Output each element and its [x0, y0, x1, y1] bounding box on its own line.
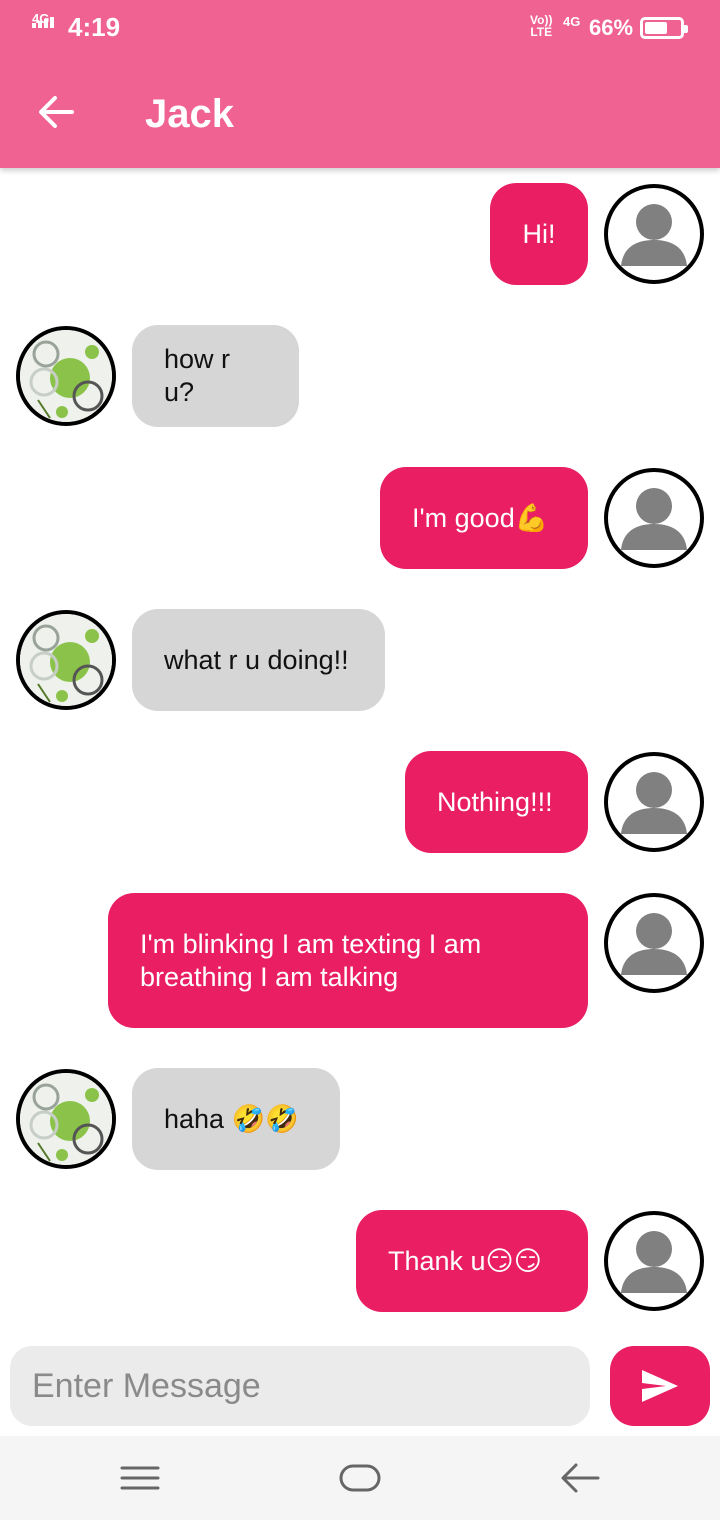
message-row: Hi!	[0, 183, 720, 285]
home-icon	[339, 1464, 381, 1492]
message-text: what r u doing!!	[164, 644, 349, 675]
message-text: Thank u😏😏	[388, 1245, 542, 1276]
nav-back-button[interactable]	[556, 1458, 604, 1498]
received-message-bubble[interactable]: what r u doing!!	[132, 609, 385, 711]
message-input[interactable]	[10, 1346, 590, 1426]
nav-menu-button[interactable]	[116, 1458, 164, 1498]
message-text: Hi!	[522, 218, 556, 249]
message-text: how r u?	[164, 344, 238, 407]
message-text: Nothing!!!	[437, 786, 553, 817]
app-header: 4G 4:19 Vo)) LTE 4G 66% Jack	[0, 0, 720, 168]
message-row: Nothing!!!	[0, 751, 720, 853]
message-text: I'm good💪	[412, 502, 549, 533]
contact-avatar[interactable]	[16, 326, 116, 426]
send-icon	[642, 1370, 678, 1402]
clock: 4:19	[68, 12, 121, 42]
network-type-right: 4G	[563, 14, 581, 29]
contact-avatar[interactable]	[16, 610, 116, 710]
battery-icon	[640, 17, 688, 39]
user-avatar[interactable]	[604, 893, 704, 993]
sent-message-bubble[interactable]: Thank u😏😏	[356, 1210, 588, 1312]
back-button[interactable]	[36, 92, 76, 132]
message-row: what r u doing!!	[0, 609, 720, 711]
message-text: I'm blinking I am texting I am breathing…	[140, 928, 489, 992]
sent-message-bubble[interactable]: I'm good💪	[380, 467, 588, 569]
person-icon	[621, 204, 687, 266]
message-row: how r u?	[0, 325, 720, 427]
menu-icon	[120, 1466, 160, 1490]
user-avatar[interactable]	[604, 468, 704, 568]
nav-home-button[interactable]	[336, 1458, 384, 1498]
status-bar: 4G 4:19 Vo)) LTE 4G 66%	[0, 0, 720, 58]
contact-photo-icon	[20, 330, 112, 422]
send-button[interactable]	[610, 1346, 710, 1426]
user-avatar[interactable]	[604, 752, 704, 852]
sent-message-bubble[interactable]: Nothing!!!	[405, 751, 588, 853]
person-icon	[621, 772, 687, 834]
person-icon	[621, 488, 687, 550]
message-row: I'm good💪	[0, 467, 720, 569]
message-row: I'm blinking I am texting I am breathing…	[0, 893, 720, 1028]
received-message-bubble[interactable]: haha 🤣🤣	[132, 1068, 340, 1170]
user-avatar[interactable]	[604, 184, 704, 284]
volte-bottom-label: LTE	[530, 25, 553, 39]
received-message-bubble[interactable]: how r u?	[132, 325, 299, 427]
system-nav-bar	[0, 1436, 720, 1520]
user-avatar[interactable]	[604, 1211, 704, 1311]
contact-photo-icon	[20, 614, 112, 706]
sent-message-bubble[interactable]: Hi!	[490, 183, 588, 285]
contact-photo-icon	[20, 1073, 112, 1165]
message-text: haha 🤣🤣	[164, 1103, 299, 1134]
message-input-container	[10, 1346, 590, 1426]
battery-fill	[645, 22, 667, 34]
person-icon	[621, 1231, 687, 1293]
volte-indicator: Vo)) LTE	[530, 14, 552, 38]
message-row: haha 🤣🤣	[0, 1068, 720, 1170]
arrow-left-icon	[39, 96, 74, 128]
message-row: Thank u😏😏	[0, 1210, 720, 1312]
contact-avatar[interactable]	[16, 1069, 116, 1169]
back-icon	[561, 1463, 600, 1493]
sent-message-bubble[interactable]: I'm blinking I am texting I am breathing…	[108, 893, 588, 1028]
chat-title: Jack	[145, 92, 234, 136]
person-icon	[621, 913, 687, 975]
battery-percent: 66%	[589, 15, 634, 40]
